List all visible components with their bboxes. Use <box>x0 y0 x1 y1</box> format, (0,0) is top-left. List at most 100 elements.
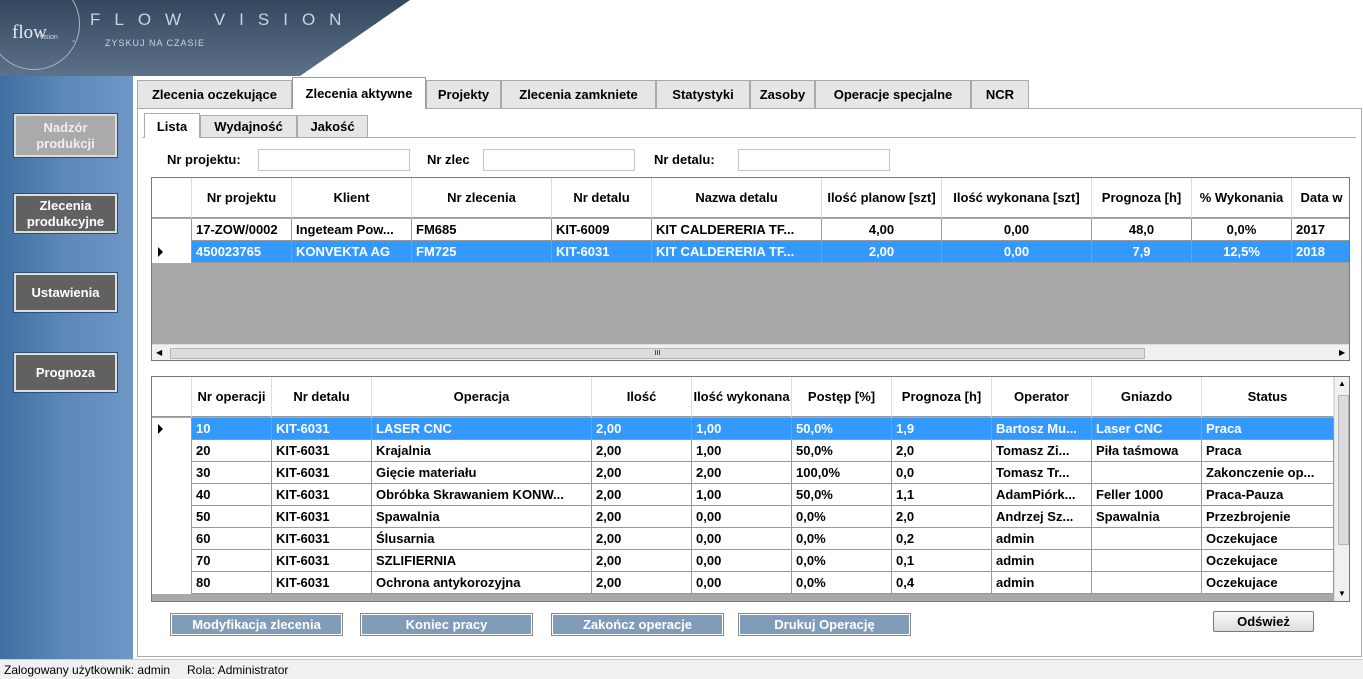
cell-nr-detalu[interactable]: KIT-6031 <box>272 462 372 484</box>
column-header-gniazdo[interactable]: Gniazdo <box>1092 377 1202 417</box>
table-row[interactable]: 450023765 KONVEKTA AG FM725 KIT-6031 KIT CAL… <box>152 241 1349 263</box>
sidebar-item-prognoza[interactable]: Prognoza <box>14 353 117 392</box>
cell-prognoza[interactable]: 0,1 <box>892 550 992 572</box>
cell-operacja[interactable]: Ślusarnia <box>372 528 592 550</box>
cell-postep[interactable]: 50,0% <box>792 484 892 506</box>
scroll-up-icon[interactable]: ▲ <box>1338 379 1346 388</box>
cell-gniazdo[interactable]: Spawalnia <box>1092 506 1202 528</box>
cell-gniazdo[interactable] <box>1092 462 1202 484</box>
row-header[interactable] <box>152 572 192 594</box>
cell-nr-detalu[interactable]: KIT-6031 <box>552 241 652 263</box>
cell-ilosc[interactable]: 2,00 <box>592 528 692 550</box>
cell-ilosc[interactable]: 2,00 <box>592 418 692 440</box>
cell-prognoza[interactable]: 2,0 <box>892 440 992 462</box>
table-row[interactable]: 10 KIT-6031 LASER CNC 2,00 1,00 50,0% 1,9 Barto… <box>152 418 1334 440</box>
column-header-nr-detalu[interactable]: Nr detalu <box>272 377 372 417</box>
row-header[interactable] <box>152 418 192 440</box>
cell-prognoza[interactable]: 1,1 <box>892 484 992 506</box>
cell-ilosc-wykonana[interactable]: 2,00 <box>692 462 792 484</box>
cell-nr-projektu[interactable]: 450023765 <box>192 241 292 263</box>
row-header[interactable] <box>152 219 192 241</box>
cell-operator[interactable]: admin <box>992 572 1092 594</box>
cell-prognoza[interactable]: 7,9 <box>1092 241 1192 263</box>
cell-operator[interactable]: admin <box>992 550 1092 572</box>
table-row[interactable]: 60 KIT-6031 Ślusarnia 2,00 0,00 0,0% 0,2 admin O… <box>152 528 1334 550</box>
cell-ilosc-wykonana[interactable]: 1,00 <box>692 440 792 462</box>
table-row[interactable]: 50 KIT-6031 Spawalnia 2,00 0,00 0,0% 2,0 Andrze… <box>152 506 1334 528</box>
row-header[interactable] <box>152 528 192 550</box>
cell-operacja[interactable]: Obróbka Skrawaniem KONW... <box>372 484 592 506</box>
cell-gniazdo[interactable]: Laser CNC <box>1092 418 1202 440</box>
cell-nr-operacji[interactable]: 10 <box>192 418 272 440</box>
cell-ilosc-wykonana[interactable]: 1,00 <box>692 484 792 506</box>
cell-operator[interactable]: AdamPiórk... <box>992 484 1092 506</box>
row-header[interactable] <box>152 440 192 462</box>
cell-status[interactable]: Praca <box>1202 418 1334 440</box>
cell-postep[interactable]: 0,0% <box>792 550 892 572</box>
cell-nazwa-detalu[interactable]: KIT CALDERERIA TF... <box>652 241 822 263</box>
cell-nr-detalu[interactable]: KIT-6031 <box>272 550 372 572</box>
cell-ilosc-planow[interactable]: 4,00 <box>822 219 942 241</box>
tab-ncr[interactable]: NCR <box>971 80 1029 108</box>
cell-ilosc-wykonana[interactable]: 0,00 <box>692 528 792 550</box>
cell-nr-detalu[interactable]: KIT-6009 <box>552 219 652 241</box>
scroll-right-icon[interactable]: ▶ <box>1339 348 1345 357</box>
cell-nr-operacji[interactable]: 60 <box>192 528 272 550</box>
cell-postep[interactable]: 100,0% <box>792 462 892 484</box>
cell-status[interactable]: Oczekujace <box>1202 572 1334 594</box>
cell-operacja[interactable]: SZLIFIERNIA <box>372 550 592 572</box>
cell-ilosc[interactable]: 2,00 <box>592 572 692 594</box>
scroll-down-icon[interactable]: ▼ <box>1338 589 1346 598</box>
tab-zlecenia-oczekujace[interactable]: Zlecenia oczekujące <box>137 80 292 108</box>
cell-postep[interactable]: 0,0% <box>792 506 892 528</box>
cell-nr-operacji[interactable]: 30 <box>192 462 272 484</box>
column-header-ilosc-wykonana[interactable]: Ilość wykonana <box>692 377 792 417</box>
cell-gniazdo[interactable] <box>1092 528 1202 550</box>
cell-prognoza[interactable]: 0,0 <box>892 462 992 484</box>
cell-ilosc-planow[interactable]: 2,00 <box>822 241 942 263</box>
print-operation-button[interactable]: Drukuj Operację <box>739 614 910 635</box>
column-header-prognoza[interactable]: Prognoza [h] <box>892 377 992 417</box>
cell-postep[interactable]: 0,0% <box>792 572 892 594</box>
cell-nr-detalu[interactable]: KIT-6031 <box>272 506 372 528</box>
column-header-prognoza[interactable]: Prognoza [h] <box>1092 178 1192 218</box>
cell-operacja[interactable]: Ochrona antykorozyjna <box>372 572 592 594</box>
cell-status[interactable]: Zakonczenie op... <box>1202 462 1334 484</box>
column-header-postep[interactable]: Postęp [%] <box>792 377 892 417</box>
cell-postep[interactable]: 50,0% <box>792 418 892 440</box>
cell-status[interactable]: Przezbrojenie <box>1202 506 1334 528</box>
cell-postep[interactable]: 50,0% <box>792 440 892 462</box>
cell-klient[interactable]: KONVEKTA AG <box>292 241 412 263</box>
cell-operacja[interactable]: Krajalnia <box>372 440 592 462</box>
cell-operacja[interactable]: Gięcie materiału <box>372 462 592 484</box>
row-header[interactable] <box>152 484 192 506</box>
column-header-klient[interactable]: Klient <box>292 178 412 218</box>
tab-zlecenia-aktywne[interactable]: Zlecenia aktywne <box>292 77 426 109</box>
table-row[interactable]: 70 KIT-6031 SZLIFIERNIA 2,00 0,00 0,0% 0,1 admi… <box>152 550 1334 572</box>
cell-operator[interactable]: Bartosz Mu... <box>992 418 1092 440</box>
cell-nr-detalu[interactable]: KIT-6031 <box>272 418 372 440</box>
column-header-status[interactable]: Status <box>1202 377 1334 417</box>
cell-ilosc[interactable]: 2,00 <box>592 440 692 462</box>
cell-status[interactable]: Oczekujace <box>1202 528 1334 550</box>
cell-gniazdo[interactable] <box>1092 550 1202 572</box>
cell-operator[interactable]: admin <box>992 528 1092 550</box>
cell-ilosc-wykonana[interactable]: 1,00 <box>692 418 792 440</box>
column-header-nr-projektu[interactable]: Nr projektu <box>192 178 292 218</box>
cell-nr-detalu[interactable]: KIT-6031 <box>272 572 372 594</box>
cell-operator[interactable]: Tomasz Zi... <box>992 440 1092 462</box>
tab-projekty[interactable]: Projekty <box>426 80 501 108</box>
cell-prognoza[interactable]: 0,4 <box>892 572 992 594</box>
column-header-data[interactable]: Data w <box>1292 178 1349 218</box>
cell-status[interactable]: Praca <box>1202 440 1334 462</box>
table-row[interactable]: 40 KIT-6031 Obróbka Skrawaniem KONW... 2,00… <box>152 484 1334 506</box>
column-header-nr-detalu[interactable]: Nr detalu <box>552 178 652 218</box>
column-header-operacja[interactable]: Operacja <box>372 377 592 417</box>
cell-ilosc-wykonana[interactable]: 0,00 <box>942 241 1092 263</box>
cell-prognoza[interactable]: 2,0 <box>892 506 992 528</box>
cell-ilosc-wykonana[interactable]: 0,00 <box>692 550 792 572</box>
cell-gniazdo[interactable]: Feller 1000 <box>1092 484 1202 506</box>
tab-zasoby[interactable]: Zasoby <box>750 80 815 108</box>
finish-operation-button[interactable]: Zakończ operacje <box>552 614 723 635</box>
subtab-jakosc[interactable]: Jakość <box>297 115 368 137</box>
